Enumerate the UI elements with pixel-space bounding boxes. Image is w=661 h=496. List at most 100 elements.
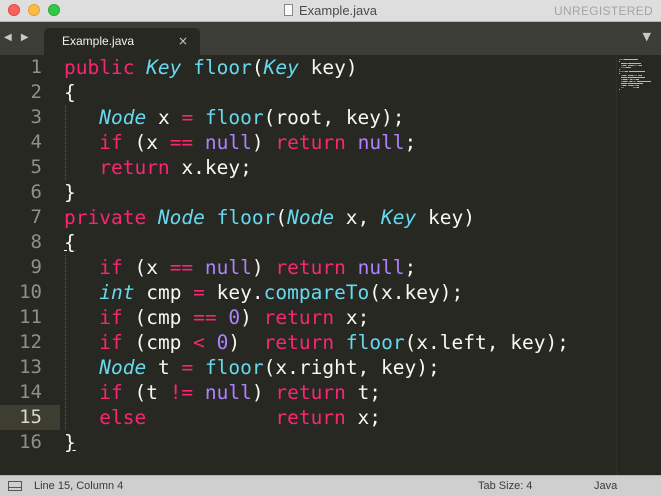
- code-token: 0: [216, 331, 229, 354]
- code-token: int: [99, 281, 135, 304]
- minimap[interactable]: [616, 55, 661, 475]
- code-line[interactable]: int cmp = key.compareTo(x.key);: [64, 280, 463, 305]
- status-bar: Line 15, Column 4 Tab Size: 4 Java: [0, 475, 661, 496]
- code-token: if: [99, 331, 123, 354]
- code-token: cmp: [134, 281, 194, 304]
- tab-nav-arrows-icon[interactable]: ◀ ▶: [4, 32, 32, 43]
- code-token: t;: [345, 381, 382, 404]
- syntax-selector[interactable]: Java: [594, 476, 617, 496]
- code-token: floor: [345, 331, 405, 354]
- code-token: public: [64, 56, 147, 79]
- code-token: null: [204, 381, 252, 404]
- code-token: null: [357, 256, 405, 279]
- code-token: return: [263, 306, 335, 329]
- tab-label: Example.java: [62, 34, 135, 48]
- code-token: return: [275, 256, 346, 279]
- code-token: (x.right, key);: [263, 356, 440, 379]
- indent-guide: [65, 255, 66, 430]
- code-line[interactable]: public Key floor(Key key): [64, 55, 358, 80]
- line-number: 5: [30, 156, 42, 178]
- minimap-token: [636, 79, 639, 80]
- code-token: x.key;: [169, 156, 252, 179]
- code-token: (x: [122, 131, 170, 154]
- code-token: return: [275, 131, 346, 154]
- code-token: ==: [193, 306, 217, 329]
- tab-size-selector[interactable]: Tab Size: 4: [478, 476, 532, 496]
- line-number: 8: [30, 231, 42, 253]
- code-token: floor: [204, 356, 264, 379]
- code-token: Node: [99, 356, 147, 379]
- line-number: 2: [30, 81, 42, 103]
- line-number: 3: [30, 106, 42, 128]
- line-number: 6: [30, 181, 42, 203]
- code-line[interactable]: if (x == null) return null;: [64, 130, 416, 155]
- code-token: x,: [334, 206, 382, 229]
- line-number: 11: [19, 306, 42, 328]
- code-token: return: [263, 331, 335, 354]
- code-line[interactable]: }: [64, 430, 76, 455]
- code-token: (x.key);: [369, 281, 464, 304]
- code-token: !=: [169, 381, 194, 404]
- code-line[interactable]: if (cmp == 0) return x;: [64, 305, 369, 330]
- title-bar: Example.java UNREGISTERED: [0, 0, 661, 22]
- code-line[interactable]: {: [64, 80, 76, 105]
- line-number: 15: [19, 406, 42, 428]
- panel-toggle-icon[interactable]: [8, 481, 22, 491]
- code-token: x;: [334, 306, 370, 329]
- code-line[interactable]: else return x;: [64, 405, 381, 430]
- code-token: ): [251, 256, 276, 279]
- minimap-token: [625, 67, 631, 68]
- code-token: key): [298, 56, 358, 79]
- code-token: null: [357, 131, 405, 154]
- code-line[interactable]: return x.key;: [64, 155, 252, 180]
- code-line[interactable]: Node x = floor(root, key);: [64, 105, 404, 130]
- code-token: ): [228, 331, 264, 354]
- code-token: t: [146, 356, 182, 379]
- minimap-token: [632, 65, 637, 66]
- code-line[interactable]: if (x == null) return null;: [64, 255, 416, 280]
- code-token: ==: [169, 131, 194, 154]
- code-line[interactable]: if (t != null) return t;: [64, 380, 381, 405]
- code-line[interactable]: if (cmp < 0) return floor(x.left, key);: [64, 330, 569, 355]
- line-number: 4: [30, 131, 42, 153]
- code-line[interactable]: private Node floor(Node x, Key key): [64, 205, 475, 230]
- code-token: {: [64, 231, 76, 254]
- code-line[interactable]: {: [64, 230, 76, 255]
- line-number: 14: [19, 381, 42, 403]
- code-editor[interactable]: 1 public Key floor(Key key) 2 {3 Node x = f…: [0, 55, 661, 475]
- minimap-token: [625, 71, 628, 72]
- code-token: =: [193, 281, 205, 304]
- unregistered-badge: UNREGISTERED: [554, 4, 653, 18]
- code-token: Node: [157, 206, 205, 229]
- line-number: 9: [30, 256, 42, 278]
- code-token: Key: [381, 206, 417, 229]
- tab-example-java[interactable]: Example.java ×: [44, 28, 200, 55]
- code-token: if: [99, 306, 123, 329]
- code-token: floor: [216, 206, 276, 229]
- code-line[interactable]: Node t = floor(x.right, key);: [64, 355, 440, 380]
- code-token: =: [181, 356, 194, 379]
- code-line[interactable]: }: [64, 180, 76, 205]
- code-token: floor: [204, 106, 264, 129]
- tab-list-dropdown-icon[interactable]: ▼: [643, 30, 651, 43]
- minimap-token: [619, 73, 620, 74]
- code-token: compareTo: [263, 281, 370, 304]
- line-number: 1: [30, 56, 42, 78]
- line-number: 10: [19, 281, 42, 303]
- code-token: (x.left, key);: [404, 331, 569, 354]
- tab-close-icon[interactable]: ×: [178, 28, 188, 55]
- minimap-token: [640, 81, 652, 82]
- code-token: (: [275, 206, 288, 229]
